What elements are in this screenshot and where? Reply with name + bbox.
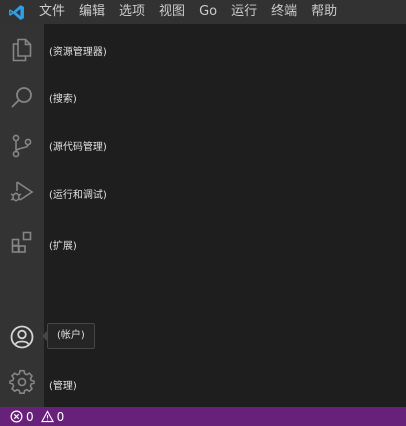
activity-accounts[interactable]: [0, 315, 44, 359]
activity-manage[interactable]: [0, 360, 44, 404]
status-bar: 0 0: [0, 407, 406, 426]
menu-run[interactable]: 运行: [224, 0, 264, 24]
activity-run-debug[interactable]: [0, 170, 44, 214]
run-debug-icon: [9, 179, 35, 205]
error-icon: [10, 410, 23, 423]
activity-search[interactable]: [0, 76, 44, 120]
menu-bar: 文件 编辑 选项 视图 Go 运行 终端 帮助: [0, 0, 406, 24]
menu-view[interactable]: 视图: [152, 0, 192, 24]
activity-bar: [0, 24, 44, 407]
activity-source-control[interactable]: [0, 124, 44, 168]
gear-icon: [9, 369, 35, 395]
search-label: (搜索): [49, 94, 77, 105]
menu-file[interactable]: 文件: [32, 0, 72, 24]
activity-extensions[interactable]: [0, 220, 44, 264]
extensions-label: (扩展): [49, 241, 77, 252]
source-control-label: (源代码管理): [49, 142, 107, 153]
menu-go[interactable]: Go: [192, 0, 224, 24]
menu-terminal[interactable]: 终端: [264, 0, 304, 24]
manage-label: (管理): [49, 381, 77, 392]
search-icon: [9, 85, 35, 111]
activity-explorer[interactable]: [0, 28, 44, 72]
extensions-icon: [9, 229, 35, 255]
run-debug-label: (运行和调试): [49, 190, 107, 201]
account-icon: [9, 324, 35, 350]
source-control-icon: [9, 133, 35, 159]
menu-help[interactable]: 帮助: [304, 0, 344, 24]
vscode-logo-icon: [0, 0, 32, 24]
menu-edit[interactable]: 编辑: [72, 0, 112, 24]
problems-status[interactable]: 0 0: [0, 410, 64, 424]
menu-selection[interactable]: 选项: [112, 0, 152, 24]
warning-icon: [40, 410, 54, 423]
accounts-tooltip: (帐户): [42, 323, 95, 349]
error-count: 0: [26, 409, 34, 424]
warning-count: 0: [56, 409, 65, 424]
files-icon: [9, 37, 35, 63]
explorer-label: (资源管理器): [49, 47, 107, 58]
